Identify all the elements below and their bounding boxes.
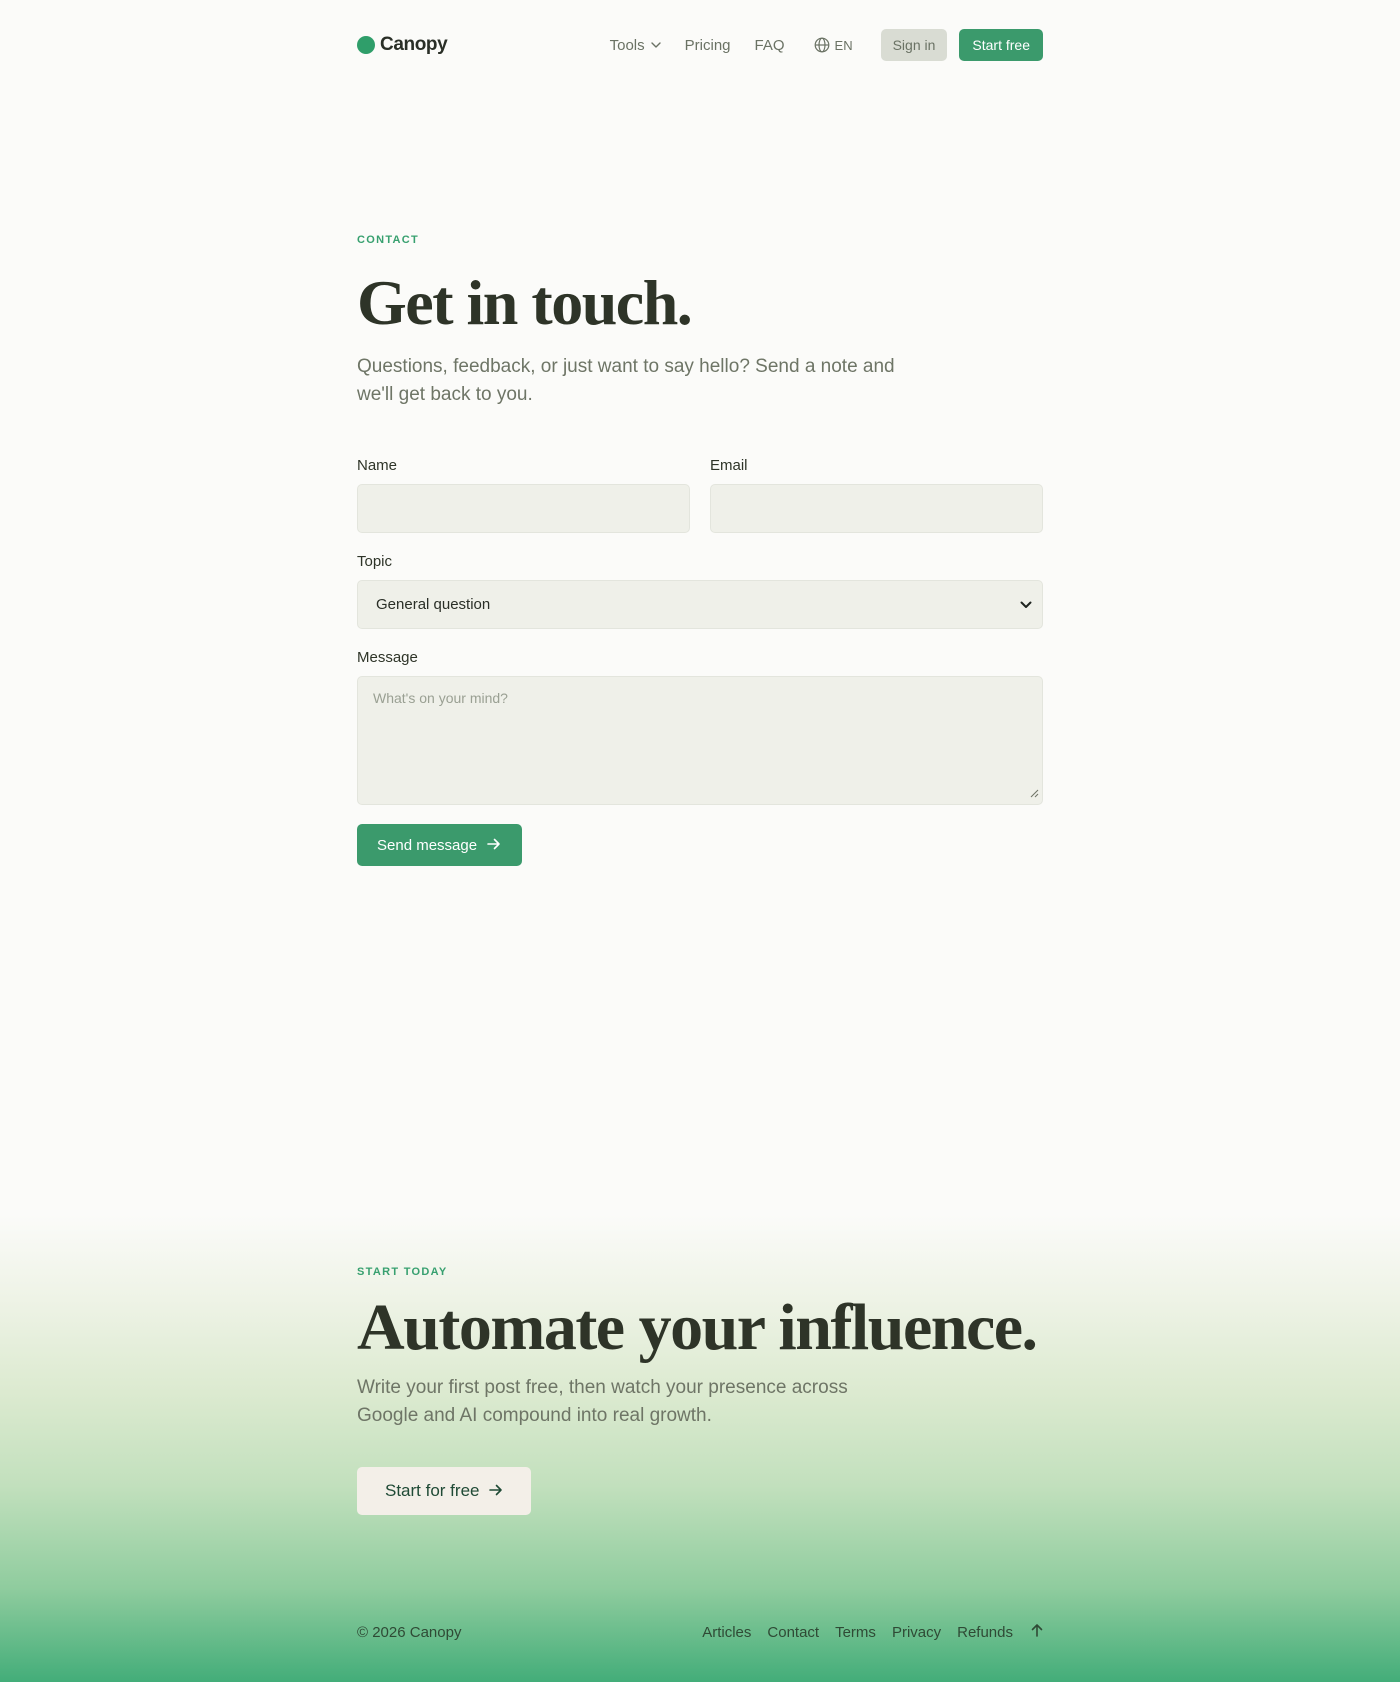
footer-link-terms[interactable]: Terms	[835, 1624, 876, 1641]
top-nav: Canopy Tools Pricing FAQ EN Sign in Star…	[357, 28, 1043, 62]
brand-name: Canopy	[380, 34, 448, 55]
resize-handle-icon[interactable]	[1030, 785, 1039, 801]
footer-links: Articles Contact Terms Privacy Refunds	[702, 1623, 1043, 1642]
cta-eyebrow: START TODAY	[357, 1266, 448, 1278]
send-message-label: Send message	[377, 836, 478, 854]
arrow-up-icon[interactable]	[1031, 1623, 1043, 1642]
start-for-free-label: Start for free	[385, 1481, 480, 1500]
sign-in-button[interactable]: Sign in	[880, 29, 948, 61]
page-title: Get in touch.	[357, 267, 693, 338]
message-placeholder: What's on your mind?	[373, 690, 508, 706]
name-field[interactable]	[357, 484, 690, 533]
cta-gradient-background	[0, 1215, 1400, 1682]
topic-selected-value: General question	[376, 596, 491, 613]
page-lead: Questions, feedback, or just want to say…	[357, 356, 895, 405]
footer-link-contact[interactable]: Contact	[767, 1624, 819, 1641]
copyright-text: © 2026 Canopy	[357, 1623, 462, 1641]
chevron-down-icon	[1020, 596, 1032, 613]
nav-tools-label: Tools	[609, 36, 645, 54]
start-for-free-button[interactable]: Start for free	[357, 1467, 532, 1515]
nav-faq-link[interactable]: FAQ	[755, 37, 785, 54]
start-free-button[interactable]: Start free	[959, 29, 1043, 61]
language-switcher[interactable]: EN	[814, 37, 853, 53]
cta-lead: Write your first post free, then watch y…	[357, 1377, 848, 1426]
name-label: Name	[357, 457, 398, 474]
chevron-down-icon	[650, 42, 661, 48]
logo-mark-icon	[357, 36, 375, 54]
nav-links: Tools Pricing FAQ EN Sign in Start free	[610, 29, 1043, 61]
message-textarea[interactable]: What's on your mind?	[357, 676, 1043, 805]
send-message-button[interactable]: Send message	[357, 824, 523, 866]
message-label: Message	[357, 649, 418, 666]
site-footer: © 2026 Canopy Articles Contact Terms Pri…	[357, 1620, 1043, 1644]
cta-title: Automate your influence.	[357, 1291, 1038, 1364]
topic-label: Topic	[357, 553, 393, 570]
email-label: Email	[710, 457, 748, 474]
brand-logo[interactable]: Canopy	[357, 34, 448, 56]
topic-select[interactable]: General question	[357, 580, 1043, 629]
globe-icon	[814, 37, 830, 53]
section-eyebrow: CONTACT	[357, 234, 420, 246]
footer-link-refunds[interactable]: Refunds	[957, 1624, 1013, 1641]
arrow-right-icon	[487, 837, 501, 854]
arrow-right-icon	[489, 1481, 503, 1501]
footer-link-privacy[interactable]: Privacy	[892, 1624, 941, 1641]
footer-link-articles[interactable]: Articles	[702, 1624, 751, 1641]
nav-pricing-link[interactable]: Pricing	[685, 37, 731, 54]
language-label: EN	[834, 37, 853, 53]
nav-tools-dropdown[interactable]: Tools	[610, 37, 661, 54]
email-field[interactable]	[710, 484, 1043, 533]
